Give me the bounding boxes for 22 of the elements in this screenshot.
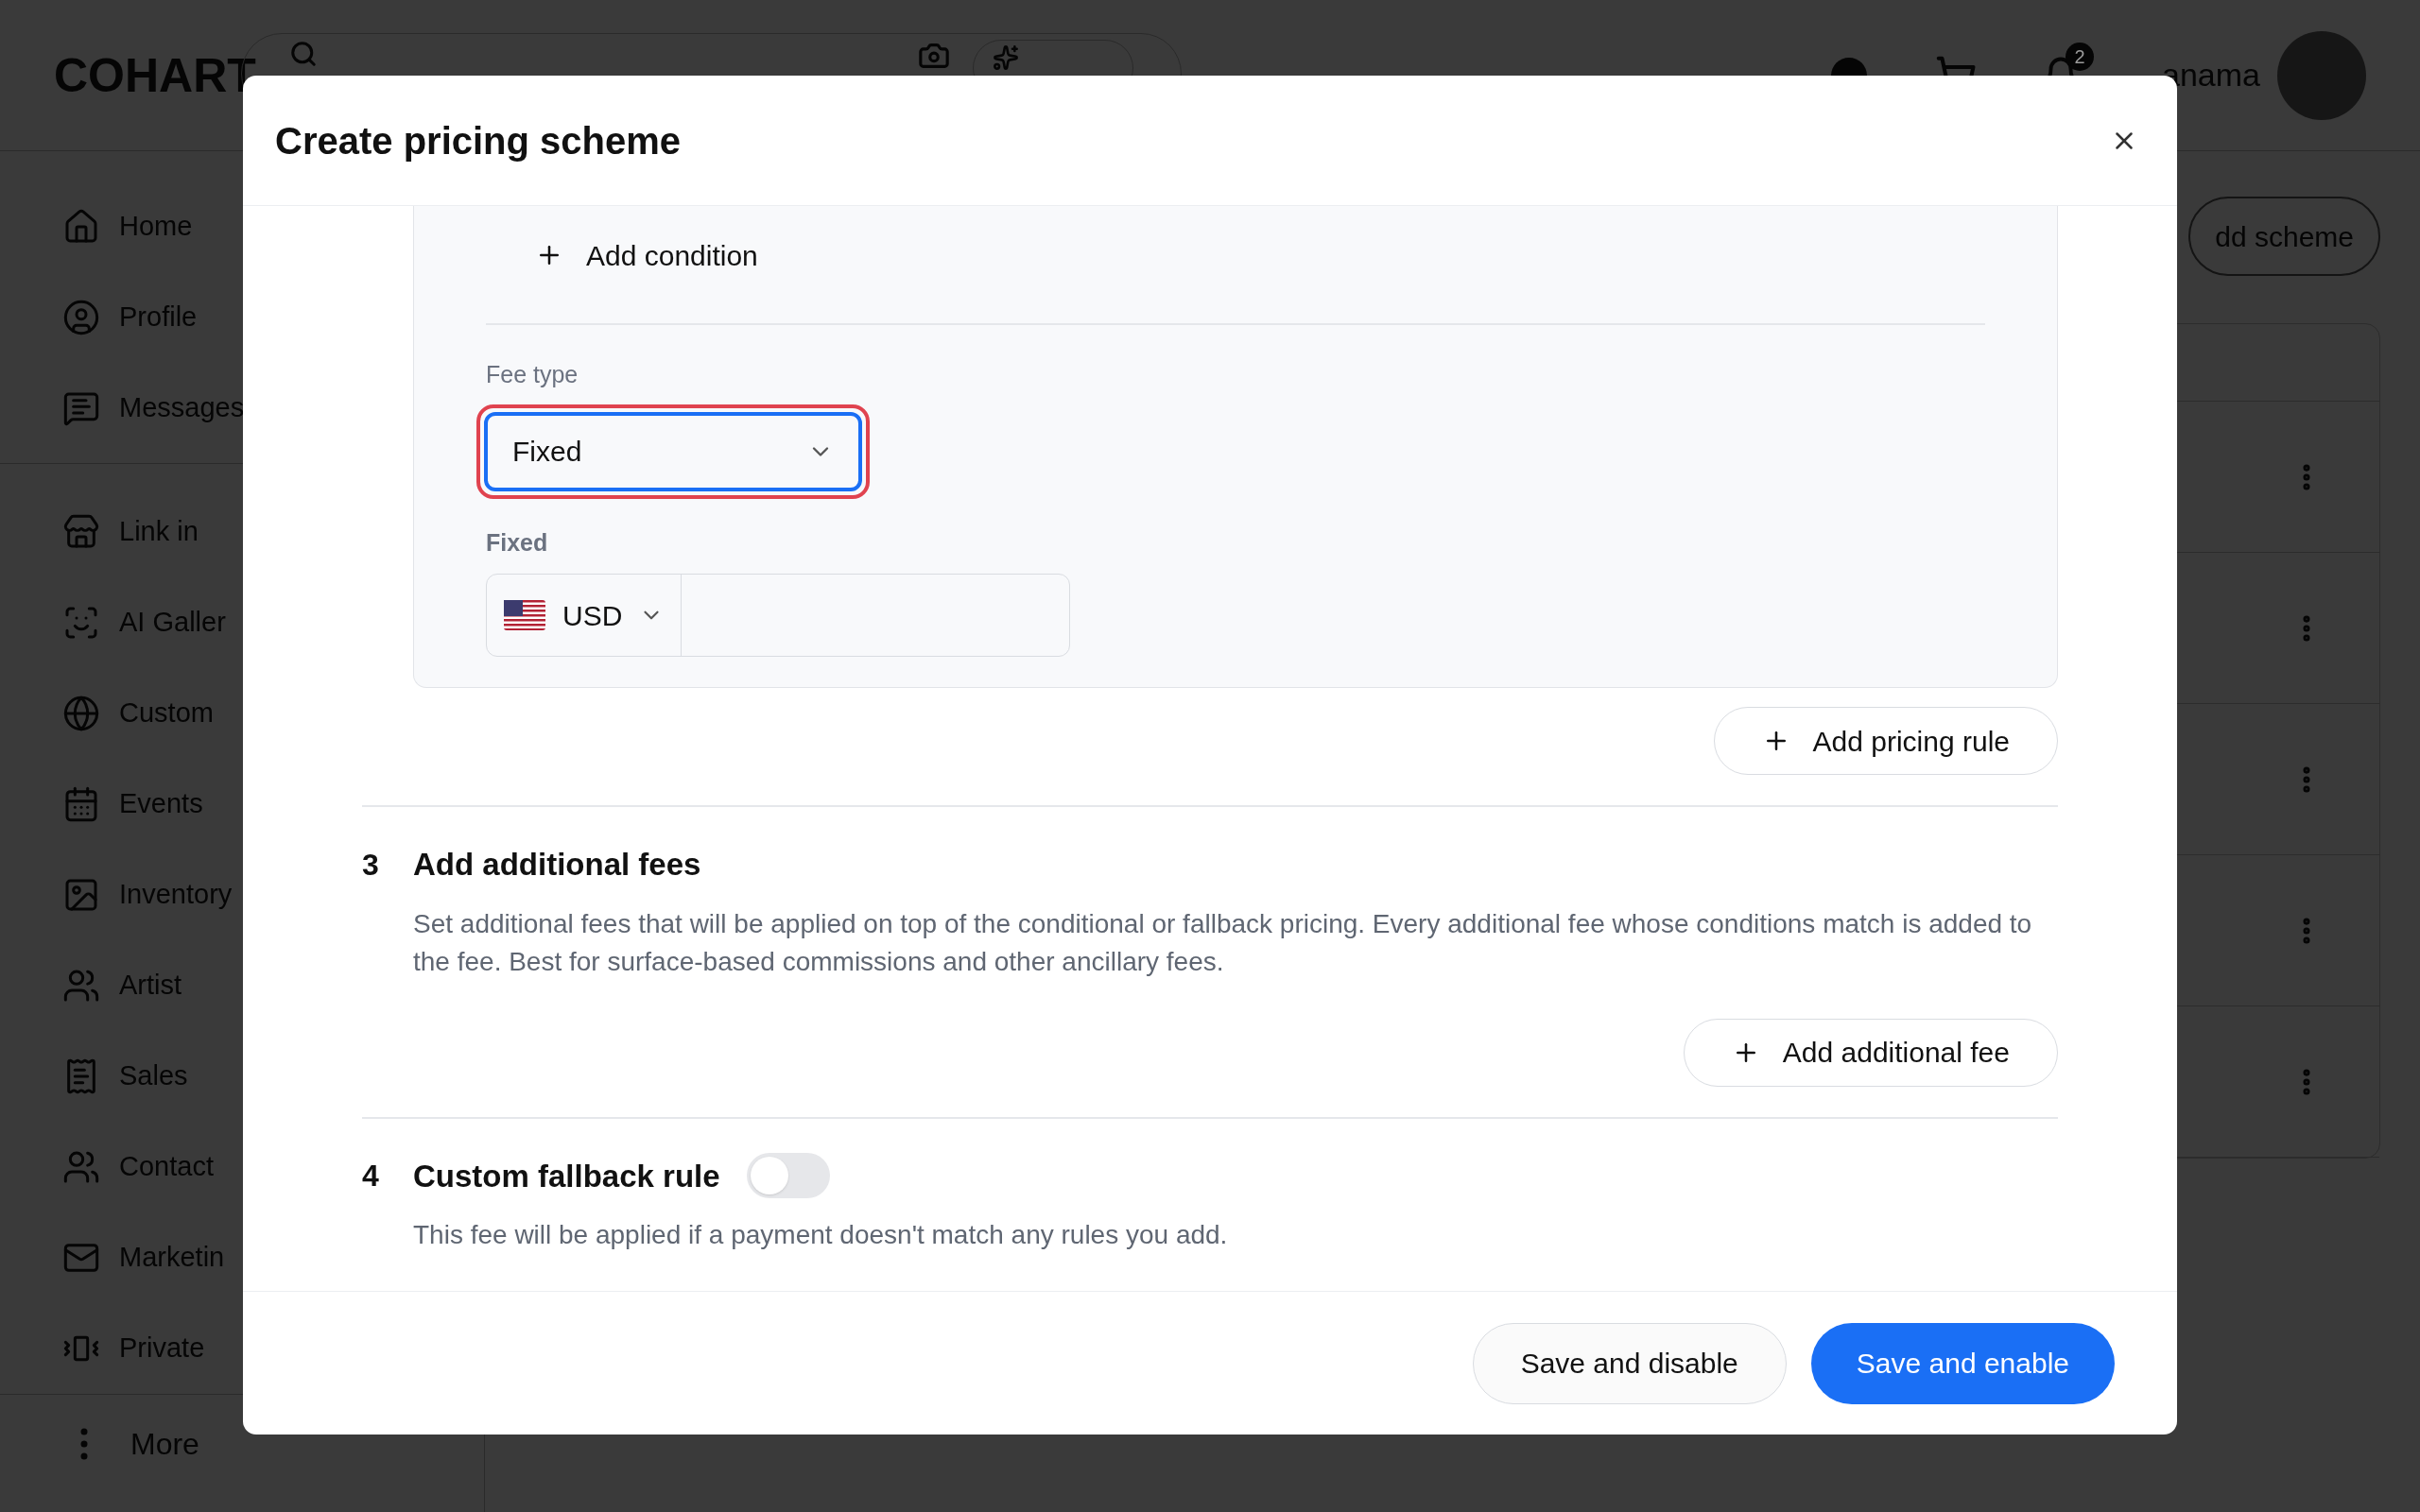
- sparkle-icon: [993, 44, 1019, 71]
- flag-icon: [504, 600, 545, 630]
- fee-type-select[interactable]: Fixed: [484, 411, 862, 491]
- save-and-enable-button[interactable]: Save and enable: [1810, 1322, 2115, 1404]
- search-icon: [289, 40, 318, 68]
- store-icon: [62, 513, 100, 551]
- notification-badge: 2: [2066, 42, 2095, 71]
- more-icon: [80, 1428, 88, 1460]
- toggle-switch[interactable]: [746, 1153, 830, 1199]
- save-and-disable-button[interactable]: Save and disable: [1472, 1322, 1787, 1404]
- fixed-label: Fixed: [486, 527, 549, 558]
- section-number: 3: [362, 846, 380, 884]
- section-description: This fee will be applied if a payment doesn't match any rules you add.: [413, 1219, 1229, 1251]
- add-condition-button[interactable]: Add condition: [535, 227, 758, 284]
- user-icon: [62, 299, 100, 336]
- modal-title: Create pricing scheme: [275, 118, 682, 163]
- section-description: Set additional fees that will be applied on top of the conditional or fallback pricing. Every additional fee whose conditions match is added to the fee. Best for surface-based commissions and other ancillary fees.: [413, 907, 2033, 978]
- section-number: 4: [362, 1158, 380, 1195]
- section-title: Custom fallback rule: [413, 1157, 720, 1195]
- section-title: Add additional fees: [413, 846, 701, 884]
- globe-icon: [62, 695, 100, 732]
- fee-type-label: Fee type: [486, 360, 579, 389]
